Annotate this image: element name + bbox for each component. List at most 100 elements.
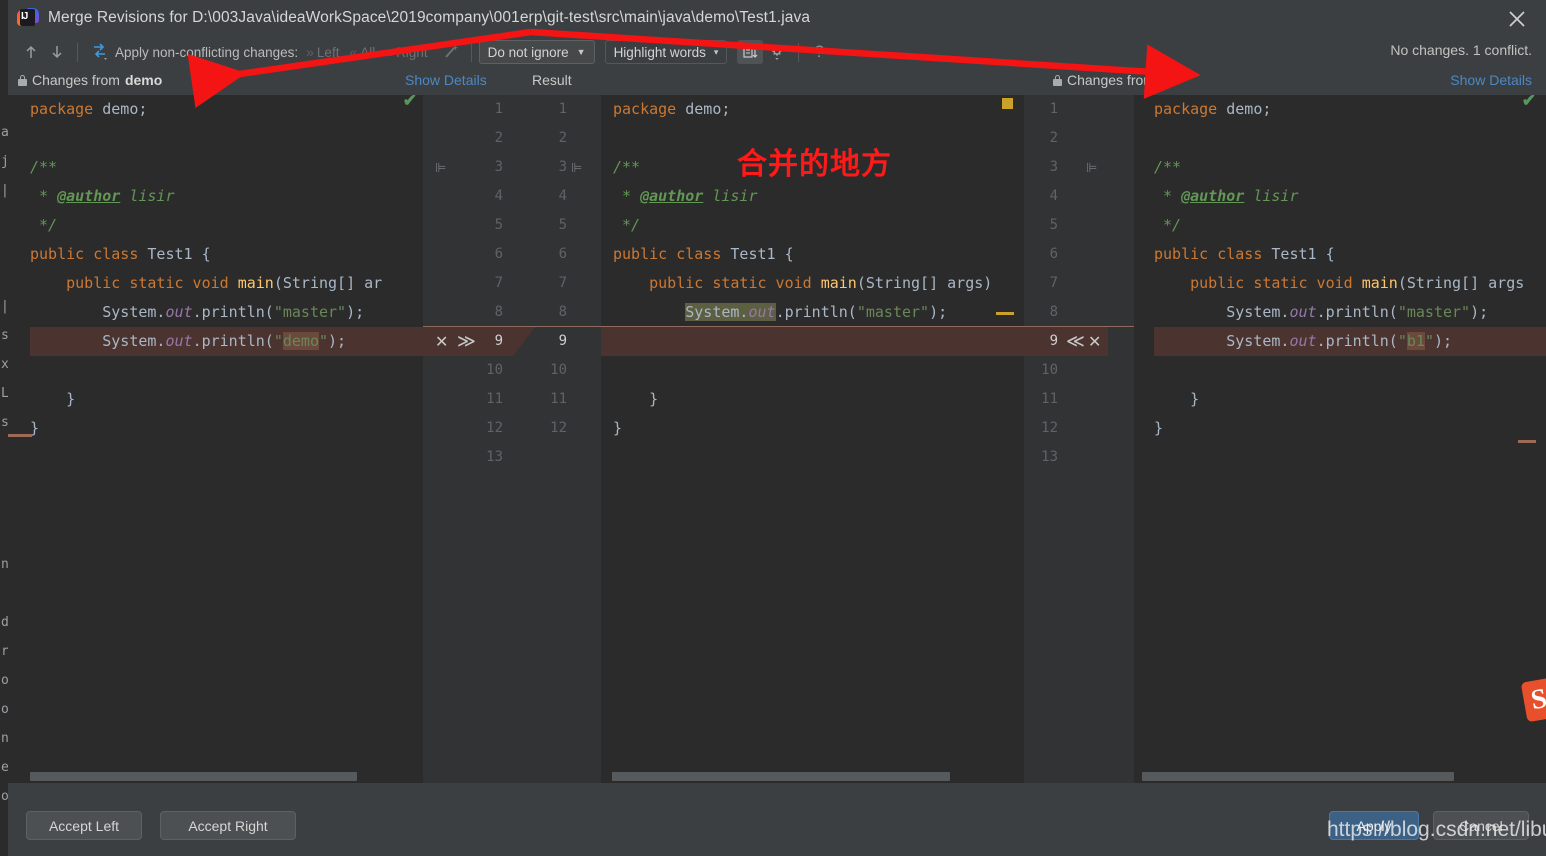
- line-number: 8: [494, 304, 503, 320]
- code-line: System.out.println("master");: [613, 298, 1024, 327]
- fold-region-icon-3[interactable]: ⊫: [1086, 153, 1097, 182]
- code-token: );: [929, 303, 948, 321]
- code-token: System.: [1154, 332, 1290, 350]
- result-hscrollbar[interactable]: [601, 769, 1024, 783]
- code-line: * @author lisir: [30, 182, 423, 211]
- code-line: }: [1154, 385, 1546, 414]
- magic-wand-icon[interactable]: [438, 40, 464, 64]
- right-show-details-link[interactable]: Show Details: [1450, 72, 1532, 88]
- code-token: out: [748, 303, 776, 321]
- cancel-button[interactable]: Cancel: [1433, 811, 1529, 840]
- reject-right-change-icon[interactable]: ✕: [1088, 327, 1101, 356]
- code-token: );: [328, 332, 347, 350]
- code-token: System.: [1154, 303, 1290, 321]
- code-token: "master": [273, 303, 347, 321]
- code-token: Test1 {: [1262, 245, 1335, 263]
- fold-region-icon[interactable]: ⊫: [435, 153, 446, 182]
- line-number: 12: [1041, 420, 1058, 436]
- result-editor-pane[interactable]: package demo; /** * @author lisir */ publ…: [601, 95, 1024, 783]
- fold-region-icon-2[interactable]: ⊫: [571, 153, 582, 182]
- left-pane-branch: demo: [124, 72, 163, 88]
- result-change-dash: [996, 312, 1014, 315]
- close-icon[interactable]: [1504, 6, 1530, 32]
- code-token: }: [1154, 390, 1200, 408]
- code-token: System.: [685, 303, 749, 321]
- collapse-unchanged-icon[interactable]: [737, 40, 764, 64]
- accept-left-button[interactable]: Accept Left: [26, 811, 142, 840]
- apply-all-action[interactable]: « All: [349, 44, 375, 60]
- right-line-numbers: 1 2 3 4 5 6 7 8 9 10 11 12 13: [1024, 95, 1058, 472]
- left-line-numbers: 1 2 3 4 5 6 7 8 9 10 11 12 13: [469, 95, 503, 472]
- left-show-details-link[interactable]: Show Details: [405, 72, 487, 88]
- accept-right-change-icon[interactable]: ≪: [1066, 327, 1085, 356]
- toolbar-separator-2: [470, 42, 472, 62]
- right-editor-pane[interactable]: ✔ package demo; /** * @author lisir */pu…: [1134, 95, 1546, 783]
- code-line: package demo;: [613, 95, 1024, 124]
- arrow-up-icon[interactable]: [18, 40, 44, 64]
- reject-left-change-icon[interactable]: ✕: [435, 327, 448, 356]
- line-number: 8: [558, 304, 567, 320]
- code-token: main: [820, 274, 857, 292]
- code-line: System.out.println("master");: [30, 298, 423, 327]
- line-number: 5: [558, 217, 567, 233]
- code-token: @author: [640, 187, 704, 205]
- settings-gear-icon[interactable]: [763, 40, 791, 64]
- chevron-down-icon-2: ▾: [713, 46, 719, 57]
- line-number: 8: [1049, 304, 1058, 320]
- lock-icon-2: [1053, 74, 1062, 86]
- code-token: lisir: [1244, 187, 1299, 205]
- code-line: */: [30, 211, 423, 240]
- code-line: }: [30, 414, 423, 443]
- arrow-down-icon[interactable]: [44, 40, 70, 64]
- code-token: System.: [30, 332, 166, 350]
- line-number: 2: [1049, 130, 1058, 146]
- code-token: "master": [856, 303, 930, 321]
- apply-button[interactable]: Apply: [1329, 811, 1419, 840]
- code-token: out: [1289, 332, 1317, 350]
- help-question-icon[interactable]: ?: [806, 40, 832, 64]
- apply-right-action[interactable]: « Right: [385, 44, 427, 60]
- code-token: .println(: [1316, 332, 1398, 350]
- code-line: * @author lisir: [1154, 182, 1546, 211]
- code-token: *: [1154, 187, 1182, 205]
- right-hscrollbar[interactable]: [1134, 769, 1546, 783]
- code-line: /**: [1154, 153, 1546, 182]
- line-number: 3: [558, 159, 567, 175]
- highlight-policy-select[interactable]: Highlight words ▾: [604, 40, 728, 64]
- ignore-policy-select[interactable]: Do not ignore ▼: [478, 40, 595, 64]
- code-token: out: [1289, 303, 1317, 321]
- compare-arrows-icon[interactable]: [85, 40, 115, 64]
- merge-revisions-dialog: IJ Merge Revisions for D:\003Java\ideaWo…: [8, 0, 1546, 856]
- code-line: /**: [30, 153, 423, 182]
- code-token: public class: [30, 245, 139, 263]
- code-token: }: [30, 390, 76, 408]
- right-pane-prefix: Changes from: [1067, 72, 1155, 88]
- code-token: public class: [1154, 245, 1263, 263]
- code-token: @author: [57, 187, 121, 205]
- code-token: );: [1433, 332, 1453, 350]
- code-token: b1: [1406, 332, 1425, 350]
- left-editor-pane[interactable]: ✔ package demo; /** * @author lisir */pu…: [8, 95, 423, 783]
- left-hscrollbar[interactable]: [8, 769, 423, 783]
- annotation-note-cn: 合并的地方: [737, 147, 892, 182]
- status-badge: No changes. 1 conflict.: [1390, 42, 1532, 58]
- code-token: }: [613, 419, 623, 437]
- title-bar: IJ Merge Revisions for D:\003Java\ideaWo…: [8, 0, 1546, 36]
- code-line: System.out.println("master");: [1154, 298, 1546, 327]
- line-number: 10: [1041, 362, 1058, 378]
- line-number: 5: [494, 217, 503, 233]
- code-token: public class: [613, 245, 722, 263]
- code-token: package: [613, 100, 677, 118]
- apply-left-action[interactable]: » Left: [306, 44, 339, 60]
- code-token: main: [1361, 274, 1398, 292]
- accept-right-button[interactable]: Accept Right: [160, 811, 296, 840]
- apply-nonconflicting-label: Apply non-conflicting changes:: [115, 44, 299, 60]
- line-number: 4: [494, 188, 503, 204]
- code-token: Test1 {: [721, 245, 794, 263]
- code-line: package demo;: [30, 95, 423, 124]
